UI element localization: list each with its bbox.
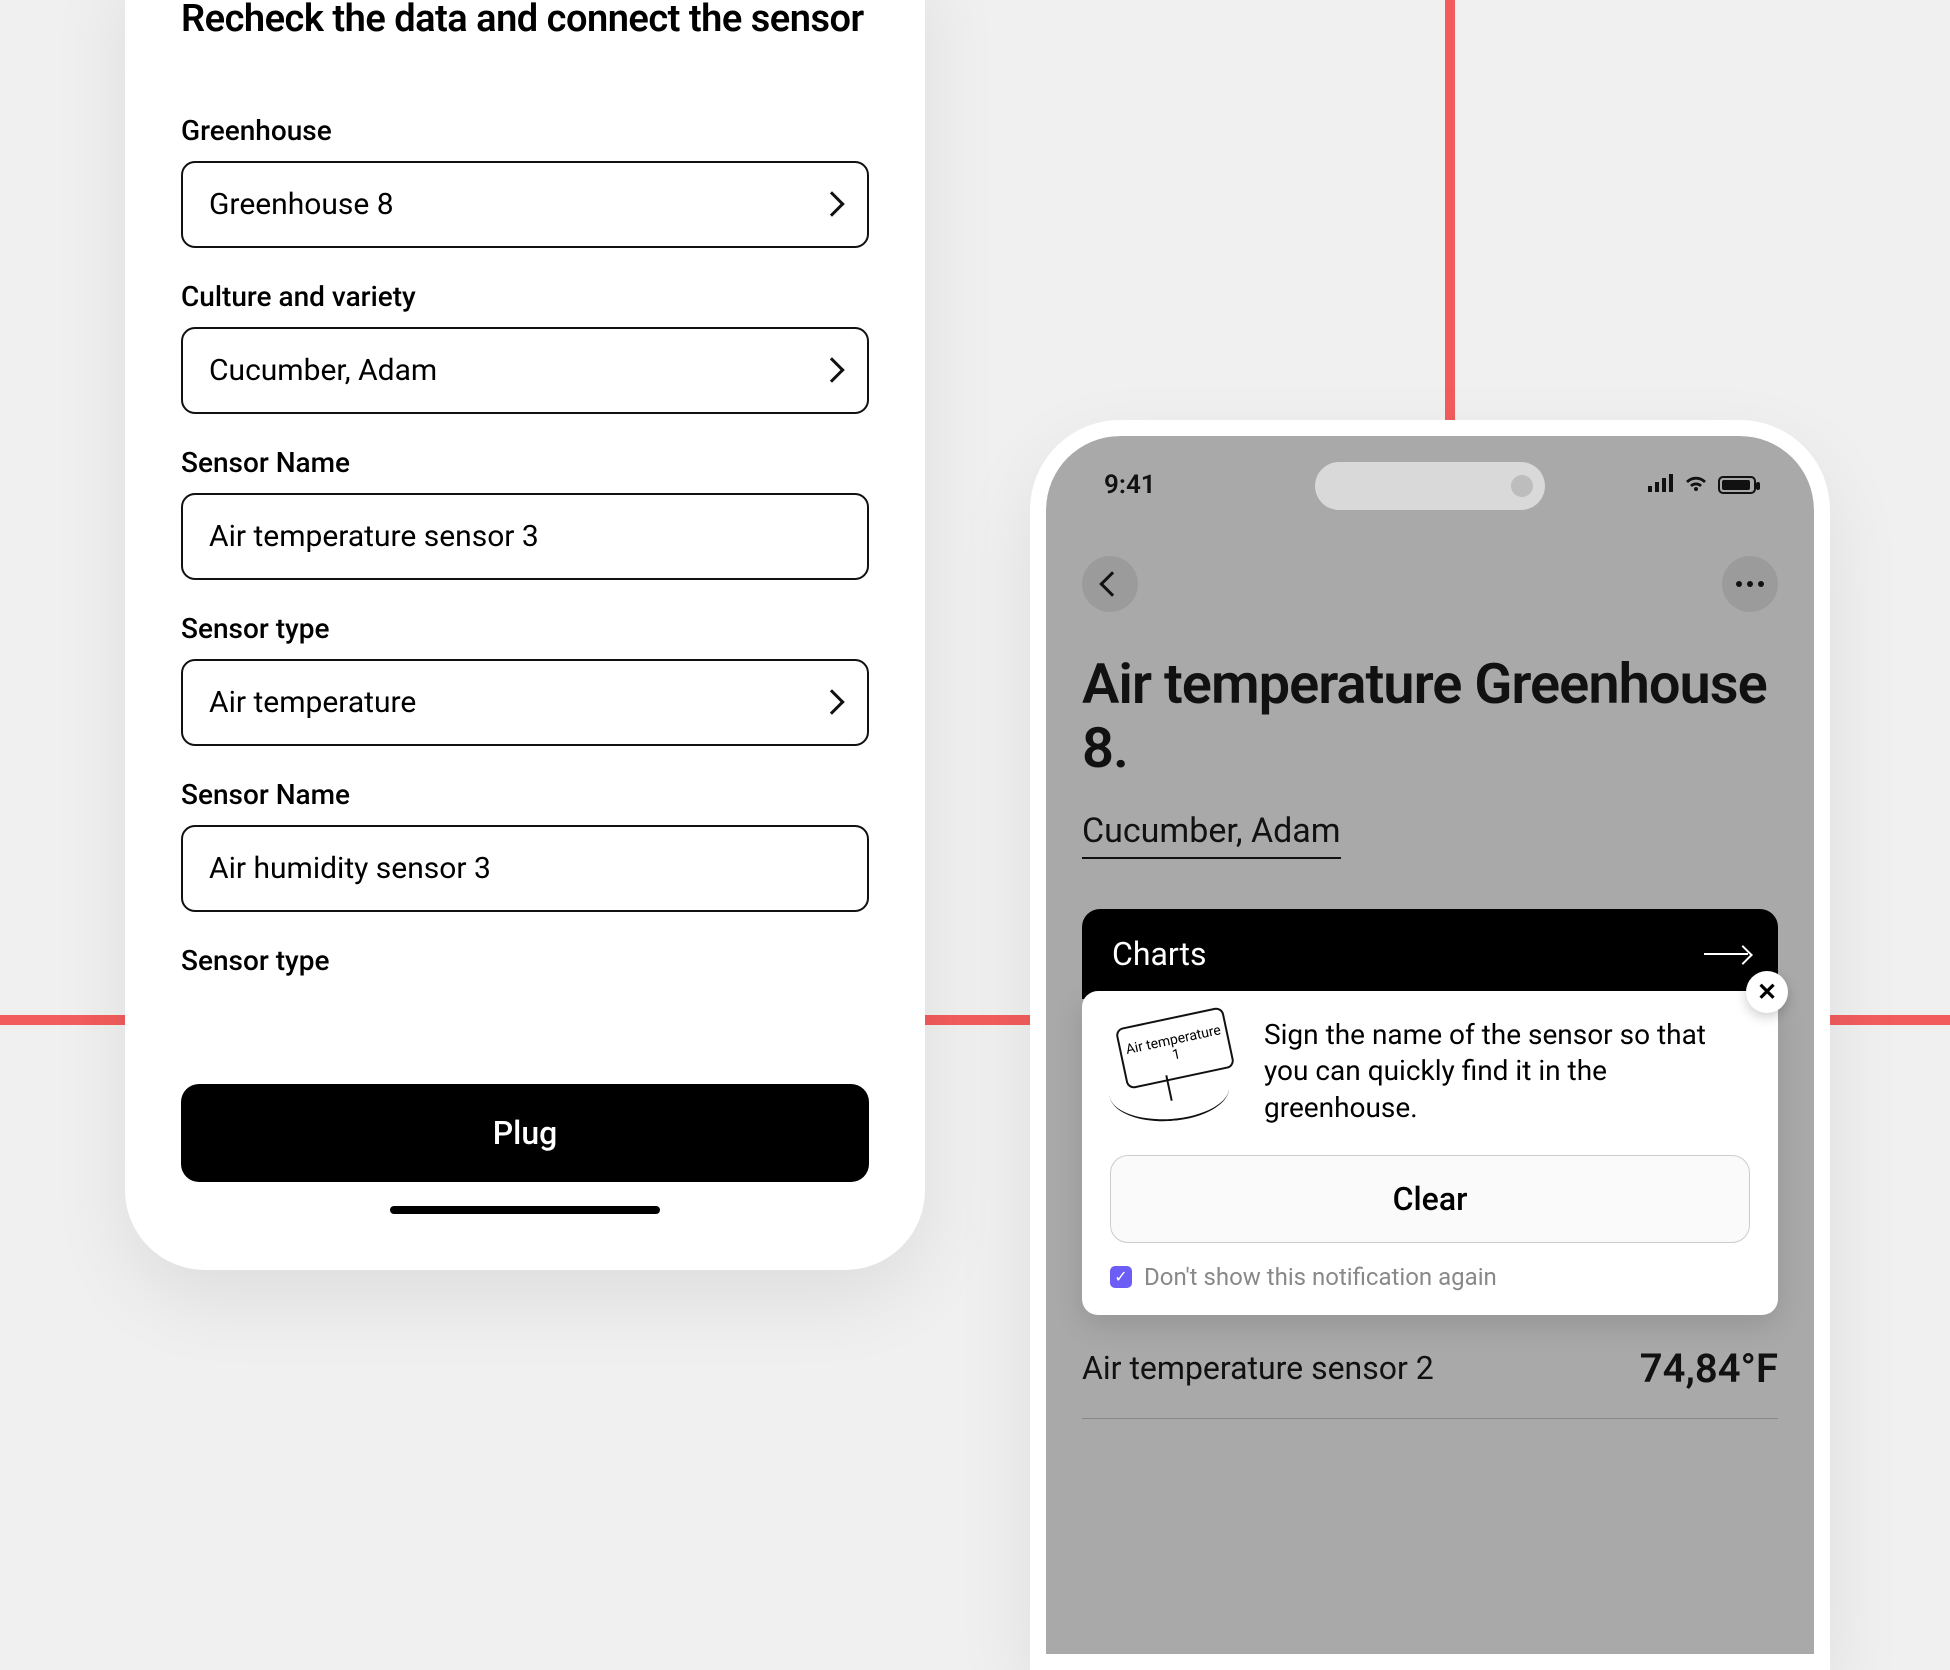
dont-show-label: Don't show this notification again bbox=[1144, 1263, 1497, 1291]
field-value: Greenhouse 8 bbox=[209, 187, 394, 222]
plug-button[interactable]: Plug bbox=[181, 1084, 869, 1182]
dont-show-row[interactable]: ✓ Don't show this notification again bbox=[1110, 1263, 1750, 1291]
sensor-value: 74,84°F bbox=[1640, 1345, 1778, 1392]
field-value: Air temperature sensor 3 bbox=[209, 519, 539, 554]
sensor-type-select[interactable]: Air temperature bbox=[181, 659, 869, 746]
close-button[interactable]: ✕ bbox=[1746, 971, 1788, 1013]
camera-icon bbox=[1511, 475, 1533, 497]
dynamic-island bbox=[1315, 462, 1545, 510]
checkbox-checked-icon[interactable]: ✓ bbox=[1110, 1266, 1132, 1288]
sign-illustration: Air temperature 1 bbox=[1110, 1017, 1240, 1127]
page-title: Air temperature Greenhouse 8. bbox=[1082, 652, 1778, 781]
more-button[interactable] bbox=[1722, 556, 1778, 612]
chevron-right-icon bbox=[819, 689, 844, 714]
field-label: Sensor Name bbox=[181, 446, 869, 479]
decor-line-vertical bbox=[1445, 0, 1455, 430]
clear-button[interactable]: Clear bbox=[1110, 1155, 1750, 1243]
page-subtitle[interactable]: Cucumber, Adam bbox=[1082, 811, 1341, 859]
status-icons bbox=[1648, 470, 1756, 500]
back-button[interactable] bbox=[1082, 556, 1138, 612]
phone-left: Recheck the data and connect the sensor … bbox=[125, 0, 925, 1270]
field-value: Air humidity sensor 3 bbox=[209, 851, 491, 886]
field-value: Air temperature bbox=[209, 685, 416, 720]
home-indicator[interactable] bbox=[390, 1206, 660, 1214]
signal-icon bbox=[1648, 473, 1674, 498]
phone-right: 9:41 Air temperature Greenhouse 8. Cucum… bbox=[1030, 420, 1830, 1670]
sensor-name-input[interactable]: Air temperature sensor 3 bbox=[181, 493, 869, 580]
phone-left-screen: Recheck the data and connect the sensor … bbox=[141, 0, 909, 1254]
sensor-reading-row[interactable]: Air temperature sensor 2 74,84°F bbox=[1082, 1345, 1778, 1419]
popup-text: Sign the name of the sensor so that you … bbox=[1264, 1017, 1750, 1126]
field-label: Sensor type bbox=[181, 944, 869, 977]
field-value: Cucumber, Adam bbox=[209, 353, 437, 388]
info-popup: ✕ Air temperature 1 Sign the name of the… bbox=[1082, 991, 1778, 1315]
field-label: Greenhouse bbox=[181, 114, 869, 147]
field-label: Sensor Name bbox=[181, 778, 869, 811]
dots-icon bbox=[1736, 581, 1764, 587]
wifi-icon bbox=[1684, 470, 1708, 500]
arrow-right-icon bbox=[1704, 953, 1748, 955]
status-time: 9:41 bbox=[1104, 470, 1156, 500]
field-label: Sensor type bbox=[181, 612, 869, 645]
chevron-right-icon bbox=[819, 357, 844, 382]
nav-row bbox=[1082, 556, 1778, 612]
phone-right-screen: 9:41 Air temperature Greenhouse 8. Cucum… bbox=[1046, 436, 1814, 1654]
field-label: Culture and variety bbox=[181, 280, 869, 313]
close-icon: ✕ bbox=[1757, 978, 1777, 1006]
greenhouse-select[interactable]: Greenhouse 8 bbox=[181, 161, 869, 248]
sensor-name: Air temperature sensor 2 bbox=[1082, 1349, 1434, 1387]
arrow-left-icon bbox=[1099, 571, 1124, 596]
battery-icon bbox=[1718, 476, 1756, 494]
charts-label: Charts bbox=[1112, 935, 1206, 973]
sensor-name-input-2[interactable]: Air humidity sensor 3 bbox=[181, 825, 869, 912]
culture-select[interactable]: Cucumber, Adam bbox=[181, 327, 869, 414]
chevron-right-icon bbox=[819, 191, 844, 216]
form-title: Recheck the data and connect the sensor bbox=[181, 0, 869, 44]
charts-link[interactable]: Charts bbox=[1082, 909, 1778, 999]
